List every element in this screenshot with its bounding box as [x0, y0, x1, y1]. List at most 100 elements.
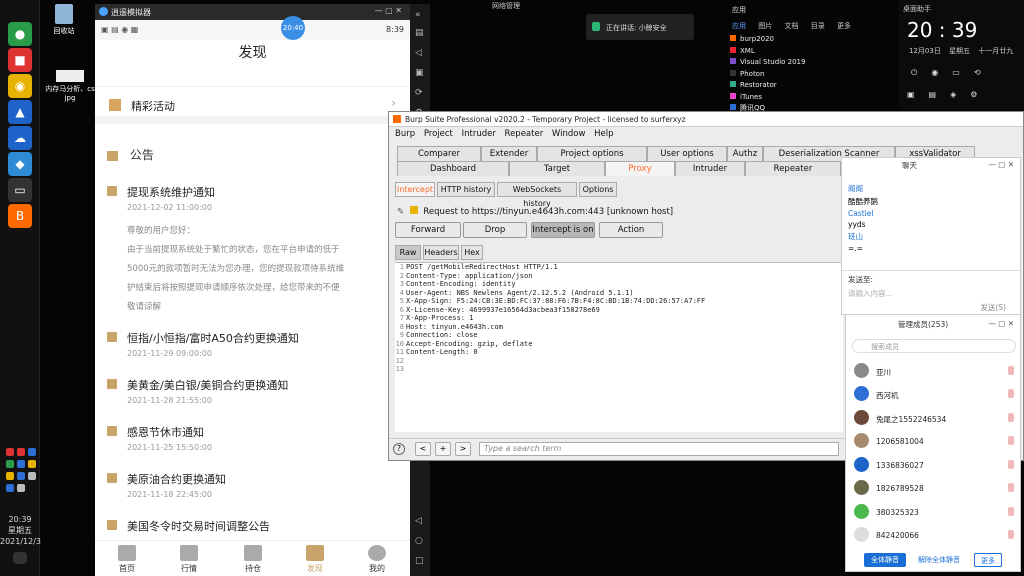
subtab-http-history[interactable]: HTTP history [437, 182, 495, 197]
menu-tab[interactable]: 文档 [784, 22, 798, 30]
tray-icon[interactable] [17, 448, 25, 456]
mute-all-button[interactable]: 全体静音 [864, 553, 906, 567]
chrome-icon[interactable]: ◉ [8, 74, 32, 98]
recycle-bin[interactable]: 回收站 [44, 4, 84, 36]
mic-muted-icon[interactable] [1008, 460, 1014, 469]
cloud-icon[interactable]: ☁ [8, 126, 32, 150]
tray-icon[interactable] [17, 472, 25, 480]
search-input[interactable]: Type a search term [479, 442, 839, 456]
member-row[interactable]: 西河机 [854, 386, 1014, 402]
tab-project-options[interactable]: Project options [537, 146, 647, 161]
help-icon[interactable]: ? [393, 443, 405, 455]
action-button[interactable]: Action [599, 222, 663, 238]
notice-item[interactable]: 恒指/小恒指/富时A50合约更换通知 2021-11-29 09:00:00 [107, 330, 397, 358]
send-button[interactable]: 发送(S) [980, 302, 1006, 313]
app-icon-cyan[interactable]: ◆ [8, 152, 32, 176]
request-editor[interactable]: 1 POST /getMobileRedirectHost HTTP/1.1 2C… [395, 262, 843, 432]
menu-help[interactable]: Help [594, 129, 613, 139]
tab-raw[interactable]: Raw [395, 245, 421, 260]
app-item[interactable]: Restorator [730, 80, 805, 92]
mic-muted-icon[interactable] [1008, 413, 1014, 422]
keyboard-icon[interactable]: ▤ [415, 28, 425, 38]
mic-muted-icon[interactable] [1008, 366, 1014, 375]
tab-target[interactable]: Target [509, 161, 605, 176]
screenshot-icon[interactable]: ▣ [415, 68, 425, 78]
tab-user-options[interactable]: User options [647, 146, 727, 161]
mic-muted-icon[interactable] [1008, 530, 1014, 539]
desktop-file[interactable]: 内存马分析、cs jpg [44, 70, 96, 102]
burp-taskbar-icon[interactable]: B [8, 204, 32, 228]
menu-tab[interactable]: 应用 [732, 22, 746, 30]
unmute-all-button[interactable]: 解除全体静音 [916, 553, 962, 567]
nav-home[interactable]: 首页 [107, 545, 147, 574]
mic-muted-icon[interactable] [1008, 389, 1014, 398]
tab-intruder[interactable]: Intruder [675, 161, 745, 176]
menu-burp[interactable]: Burp [395, 129, 415, 139]
home-button-icon[interactable]: ○ [415, 536, 425, 546]
tab-hex[interactable]: Hex [461, 245, 483, 260]
terminal-icon[interactable]: ▭ [8, 178, 32, 202]
member-search-input[interactable]: 搜索成员 [852, 339, 1016, 353]
app-item[interactable]: iTunes [730, 92, 805, 104]
menu-window[interactable]: Window [552, 129, 586, 139]
notice-item[interactable]: 感恩节休市通知 2021-11-25 15:50:00 [107, 424, 397, 452]
wifi-label[interactable]: 网络管理 [492, 1, 520, 11]
app-item[interactable]: Visual Studio 2019 [730, 57, 805, 69]
recents-icon[interactable]: □ [415, 556, 425, 566]
subtab-options[interactable]: Options [579, 182, 617, 197]
member-row[interactable]: 1826789528 [854, 480, 1014, 496]
tray-icon[interactable] [28, 448, 36, 456]
drop-button[interactable]: Drop [463, 222, 527, 238]
menu-tab[interactable]: 目录 [811, 22, 825, 30]
tab-headers[interactable]: Headers [423, 245, 459, 260]
forward-button[interactable]: Forward [395, 222, 461, 238]
wechat-icon[interactable]: ● [8, 22, 32, 46]
notice-item[interactable]: 美国冬令时交易时间调整公告 [107, 518, 397, 534]
notice-item[interactable]: 提现系统维护通知 2021-12-02 11:00:00 [107, 184, 397, 212]
tab-comparer[interactable]: Comparer [397, 146, 481, 161]
nav-me[interactable]: 我的 [357, 545, 397, 574]
intercept-toggle-button[interactable]: Intercept is on [531, 222, 595, 238]
tray-icon[interactable] [6, 484, 14, 492]
window-controls-icon[interactable]: — ▢ ✕ [988, 319, 1014, 328]
tab-repeater[interactable]: Repeater [745, 161, 841, 176]
nav-discover[interactable]: 发现 [295, 545, 335, 574]
mic-muted-icon[interactable] [1008, 436, 1014, 445]
app-item[interactable]: burp2020 [730, 34, 805, 46]
notice-item[interactable]: 美黄金/美白银/美铜合约更换通知 2021-11-28 21:55:00 [107, 377, 397, 405]
add-icon[interactable]: + [435, 442, 451, 456]
tab-extender[interactable]: Extender [481, 146, 537, 161]
app-icon-blue[interactable]: ▲ [8, 100, 32, 124]
taskbar-time[interactable]: 20:39 [0, 514, 40, 525]
volume-icon[interactable] [17, 484, 25, 492]
window-controls-icon[interactable]: — ▢ ✕ [375, 6, 402, 15]
member-row[interactable]: 380325323 [854, 504, 1014, 520]
collapse-icon[interactable]: « [415, 10, 425, 20]
window-controls-icon[interactable]: — ▢ ✕ [988, 160, 1014, 169]
more-button[interactable]: 更多 [974, 553, 1002, 567]
notice-item[interactable]: 美原油合约更换通知 2021-11-18 22:45:00 [107, 471, 397, 499]
pencil-icon[interactable]: ✎ [397, 207, 407, 217]
nav-market[interactable]: 行情 [169, 545, 209, 574]
tab-authz[interactable]: Authz [727, 146, 763, 161]
tab-proxy[interactable]: Proxy [605, 161, 675, 176]
app-item[interactable]: XML [730, 46, 805, 58]
volume-up-icon[interactable]: ◁ [415, 48, 425, 58]
rotate-icon[interactable]: ⟳ [415, 88, 425, 98]
menu-tab[interactable]: 更多 [837, 22, 851, 30]
menu-tab[interactable]: 图片 [758, 22, 772, 30]
chat-input[interactable]: 请输入内容... [848, 288, 893, 299]
mic-muted-icon[interactable] [1008, 507, 1014, 516]
quick-tools-icons-2[interactable]: ▣▤◈⚙ [907, 90, 991, 99]
prev-match-icon[interactable]: < [415, 442, 431, 456]
notification-icon[interactable] [13, 552, 27, 564]
activity-row[interactable]: 精彩活动 › [95, 86, 410, 124]
quick-tools-icons[interactable]: ⏻◉▭⟲ [911, 68, 995, 78]
member-row[interactable]: 1336836027 [854, 457, 1014, 473]
next-match-icon[interactable]: > [455, 442, 471, 456]
tray-icon[interactable] [6, 460, 14, 468]
tray-icon[interactable] [28, 472, 36, 480]
member-row[interactable]: 1206581004 [854, 433, 1014, 449]
subtab-websockets-history[interactable]: WebSockets history [497, 182, 577, 208]
mic-muted-icon[interactable] [1008, 483, 1014, 492]
